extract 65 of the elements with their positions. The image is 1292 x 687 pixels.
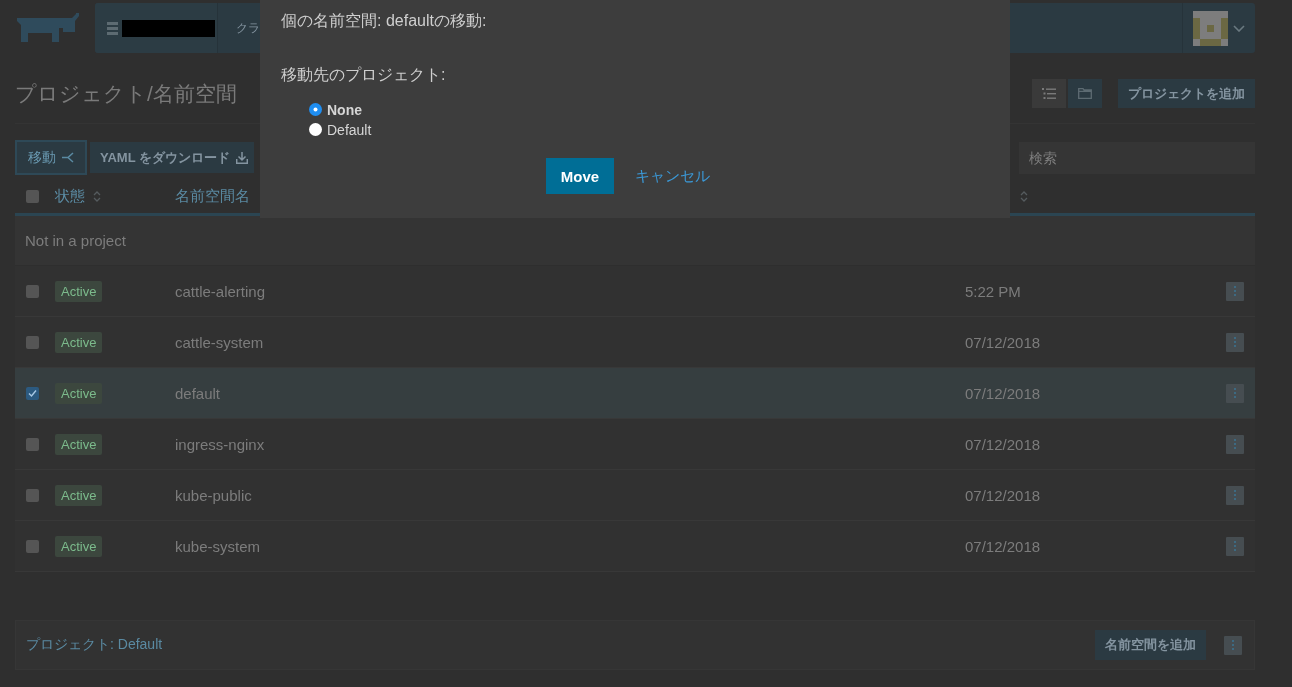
created-date: 07/12/2018 bbox=[965, 384, 1041, 402]
merge-arrow-icon bbox=[62, 152, 74, 163]
row-menu-button[interactable] bbox=[1226, 485, 1244, 505]
sort-icon[interactable] bbox=[93, 190, 101, 203]
list-icon bbox=[1042, 88, 1056, 99]
list-view-button[interactable] bbox=[1032, 79, 1066, 108]
group-title: Not in a project bbox=[25, 232, 126, 249]
group-menu-button[interactable] bbox=[1224, 635, 1242, 655]
status-badge: Active bbox=[55, 331, 103, 353]
namespace-name: kube-system bbox=[175, 537, 261, 555]
add-namespace-button[interactable]: 名前空間を追加 bbox=[1095, 630, 1206, 660]
row-menu-button[interactable] bbox=[1226, 332, 1244, 352]
checkbox[interactable] bbox=[26, 488, 39, 502]
checkbox[interactable] bbox=[26, 437, 39, 451]
namespace-name: ingress-nginx bbox=[175, 435, 265, 453]
row-menu-button[interactable] bbox=[1226, 434, 1244, 454]
status-badge: Active bbox=[55, 484, 103, 506]
cancel-link[interactable]: キャンセル bbox=[635, 166, 711, 186]
move-confirm-button[interactable]: Move bbox=[545, 158, 615, 194]
folder-icon bbox=[1078, 88, 1092, 99]
created-date: 07/12/2018 bbox=[965, 486, 1041, 504]
cow-logo-icon[interactable] bbox=[15, 13, 80, 43]
checkbox[interactable] bbox=[26, 284, 39, 298]
row-menu-button[interactable] bbox=[1226, 281, 1244, 301]
sort-icon[interactable] bbox=[1020, 190, 1028, 203]
move-button[interactable]: 移動 bbox=[15, 140, 87, 175]
target-project-label: 移動先のプロジェクト: bbox=[281, 65, 447, 85]
status-badge: Active bbox=[55, 280, 103, 302]
search-field[interactable]: 検索 bbox=[1019, 141, 1255, 174]
add-project-button[interactable]: プロジェクトを追加 bbox=[1118, 79, 1255, 108]
radio-button[interactable] bbox=[309, 103, 322, 116]
status-badge: Active bbox=[55, 433, 103, 455]
download-icon bbox=[236, 151, 248, 164]
column-header[interactable]: 名前空間名 bbox=[175, 187, 250, 206]
checkbox[interactable] bbox=[26, 190, 39, 203]
folder-view-button[interactable] bbox=[1068, 79, 1102, 108]
column-header[interactable]: 状態 bbox=[55, 187, 85, 206]
status-badge: Active bbox=[55, 382, 103, 404]
created-date: 5:22 PM bbox=[965, 282, 1021, 300]
cluster-selector[interactable] bbox=[95, 3, 218, 53]
created-date: 07/12/2018 bbox=[965, 435, 1041, 453]
status-badge: Active bbox=[55, 535, 103, 557]
dialog-title: 個の名前空間: defaultの移動: bbox=[281, 11, 488, 31]
checkbox[interactable] bbox=[26, 386, 39, 400]
avatar-icon bbox=[1193, 10, 1228, 46]
row-menu-button[interactable] bbox=[1226, 383, 1244, 403]
checkbox[interactable] bbox=[26, 335, 39, 349]
namespace-name: cattle-alerting bbox=[175, 282, 266, 300]
namespace-name: default bbox=[175, 384, 221, 402]
checkbox[interactable] bbox=[26, 539, 39, 553]
table-row[interactable]: Active default 07/12/2018 bbox=[15, 368, 1255, 419]
namespace-name: cattle-system bbox=[175, 333, 264, 351]
download-yaml-button[interactable]: YAML をダウンロード bbox=[90, 142, 254, 173]
project-group-title[interactable]: プロジェクト: Default bbox=[26, 636, 163, 654]
server-icon bbox=[107, 21, 118, 35]
row-menu-button[interactable] bbox=[1226, 536, 1244, 556]
page-title: プロジェクト/名前空間 bbox=[15, 80, 237, 107]
created-date: 07/12/2018 bbox=[965, 333, 1041, 351]
radio-button[interactable] bbox=[309, 123, 322, 136]
created-date: 07/12/2018 bbox=[965, 537, 1041, 555]
option-label[interactable]: None bbox=[327, 101, 362, 118]
caret-icon bbox=[1233, 24, 1245, 32]
namespace-name: kube-public bbox=[175, 486, 252, 504]
nav-link[interactable]: クラ bbox=[236, 19, 260, 37]
option-label[interactable]: Default bbox=[327, 121, 372, 138]
